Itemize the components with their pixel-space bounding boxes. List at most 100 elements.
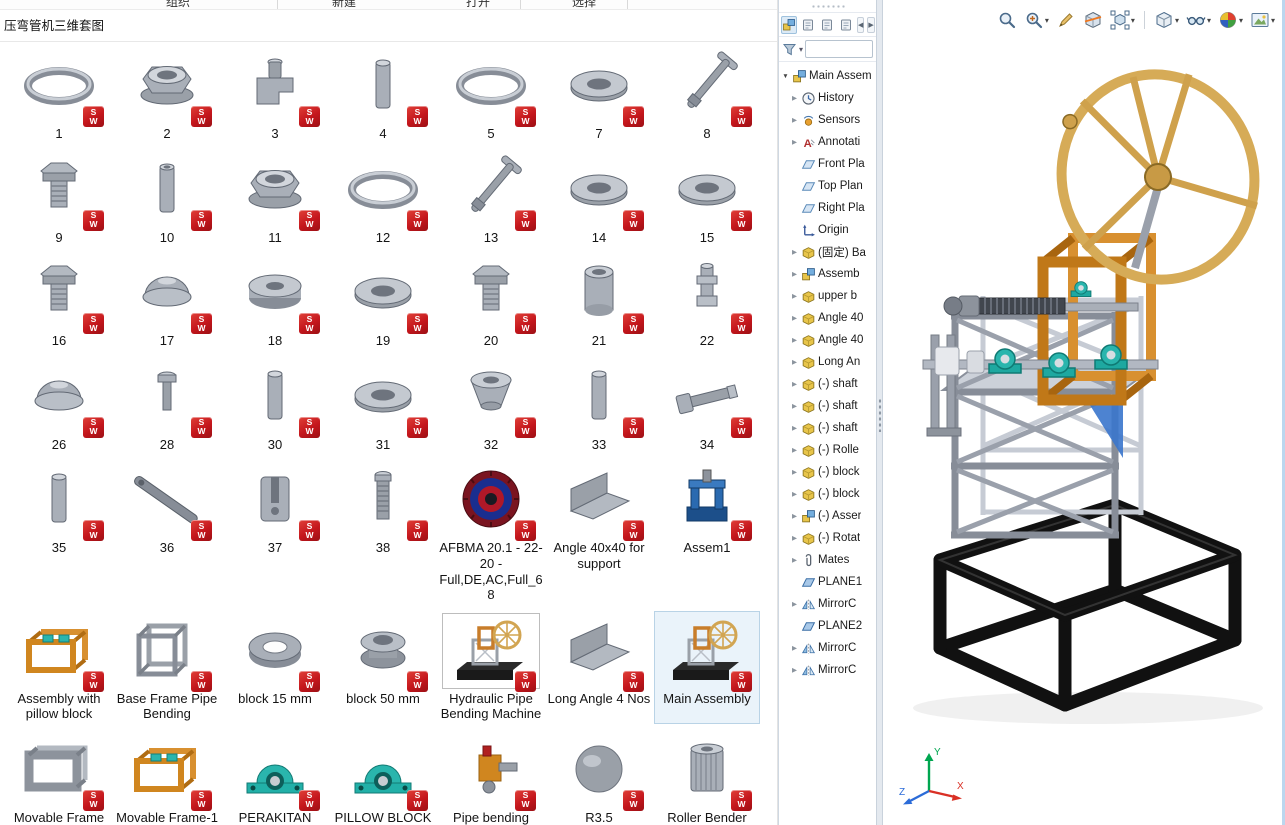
tree-item-mirrorc[interactable]: ▶MirrorC	[779, 659, 876, 681]
zoom-to-fit-button[interactable]	[996, 9, 1018, 31]
view-orientation-button[interactable]: ▾	[1109, 9, 1136, 31]
pillow-blocks[interactable]	[989, 282, 1127, 377]
assembly-model[interactable]	[883, 0, 1282, 825]
expand-arrow-icon[interactable]: ▶	[790, 94, 799, 102]
tree-item-top-plan[interactable]: Top Plan	[779, 175, 876, 197]
part-item[interactable]: SW26	[6, 357, 112, 455]
part-item[interactable]: SW3	[222, 46, 328, 144]
expand-arrow-icon[interactable]: ▶	[790, 248, 799, 256]
expand-arrow-icon[interactable]: ▶	[790, 490, 799, 498]
part-item[interactable]: SW11	[222, 150, 328, 248]
panel-splitter[interactable]	[876, 0, 883, 825]
part-item[interactable]: SW32	[438, 357, 544, 455]
display-style-button[interactable]: ▾	[1153, 9, 1180, 31]
part-item[interactable]: SWPILLOW BLOCK P204	[330, 730, 436, 825]
propertymanager-tab[interactable]	[800, 16, 816, 34]
part-item[interactable]: SWAssembly with pillow block	[6, 611, 112, 724]
part-item[interactable]: SWR3.5	[546, 730, 652, 825]
graphics-area[interactable]: ▾▾▾▾▾▾	[883, 0, 1282, 825]
part-item[interactable]: SW28	[114, 357, 220, 455]
filter-input[interactable]	[805, 40, 873, 58]
tree-item-shaft[interactable]: ▶(-) shaft	[779, 417, 876, 439]
dimxpertmanager-tab[interactable]	[838, 16, 854, 34]
tree-item-angle-40[interactable]: ▶Angle 40	[779, 329, 876, 351]
part-item[interactable]: SWAssem1	[654, 460, 760, 604]
tree-item-asser[interactable]: ▶(-) Asser	[779, 505, 876, 527]
expand-arrow-icon[interactable]: ▶	[790, 138, 799, 146]
part-item[interactable]: SW21	[546, 253, 652, 351]
tree-item-block[interactable]: ▶(-) block	[779, 483, 876, 505]
expand-arrow-icon[interactable]: ▶	[790, 116, 799, 124]
hide-show-items-button[interactable]: ▾	[1185, 9, 1212, 31]
part-item[interactable]: SWMain Assembly	[654, 611, 760, 724]
part-item[interactable]: SWPipe bending assembly	[438, 730, 544, 825]
tree-item-history[interactable]: ▶History	[779, 87, 876, 109]
tree-item-mirrorc[interactable]: ▶MirrorC	[779, 593, 876, 615]
part-item[interactable]: SW37	[222, 460, 328, 604]
zoom-to-area-button[interactable]: ▾	[1023, 9, 1050, 31]
tree-item-assemb[interactable]: ▶Assemb	[779, 263, 876, 285]
expand-arrow-icon[interactable]: ▶	[790, 446, 799, 454]
tree-item-annotati[interactable]: ▶AAnnotati	[779, 131, 876, 153]
section-view-button[interactable]	[1082, 9, 1104, 31]
command-group-1[interactable]: 组织	[166, 0, 190, 10]
part-item[interactable]: SWPERAKITAN PILLOW BLOCK P204	[222, 730, 328, 825]
part-item[interactable]: SW9	[6, 150, 112, 248]
part-item[interactable]: SW18	[222, 253, 328, 351]
command-group-2[interactable]: 新建	[332, 0, 356, 10]
expand-arrow-icon[interactable]: ▶	[790, 336, 799, 344]
tree-item-long-an[interactable]: ▶Long An	[779, 351, 876, 373]
part-item[interactable]: SW14	[546, 150, 652, 248]
configurationmanager-tab[interactable]	[819, 16, 835, 34]
tree-item-ba[interactable]: ▶(固定) Ba	[779, 241, 876, 263]
tree-item-mirrorc[interactable]: ▶MirrorC	[779, 637, 876, 659]
expand-arrow-icon[interactable]: ▶	[790, 314, 799, 322]
part-item[interactable]: SW7	[546, 46, 652, 144]
expand-arrow-icon[interactable]: ▶	[790, 534, 799, 542]
part-item[interactable]: SWblock 15 mm	[222, 611, 328, 724]
panel-forward-button[interactable]: ▶	[867, 17, 874, 33]
part-item[interactable]: SWLong Angle 4 Nos	[546, 611, 652, 724]
tree-item-plane1[interactable]: PLANE1	[779, 571, 876, 593]
part-item[interactable]: SW12	[330, 150, 436, 248]
part-item[interactable]: SWMovable Frame outer	[6, 730, 112, 825]
tree-item-mates[interactable]: ▶Mates	[779, 549, 876, 571]
part-item[interactable]: SW20	[438, 253, 544, 351]
part-item[interactable]: SWAFBMA 20.1 - 22-20 - Full,DE,AC,Full_6…	[438, 460, 544, 604]
tree-item-sensors[interactable]: ▶Sensors	[779, 109, 876, 131]
expand-arrow-icon[interactable]: ▶	[790, 424, 799, 432]
expand-arrow-icon[interactable]: ▶	[790, 600, 799, 608]
tree-item-plane2[interactable]: PLANE2	[779, 615, 876, 637]
part-item[interactable]: SW35	[6, 460, 112, 604]
part-item[interactable]: SW10	[114, 150, 220, 248]
part-item[interactable]: SW38	[330, 460, 436, 604]
expand-arrow-icon[interactable]: ▶	[790, 270, 799, 278]
edit-appearance-button[interactable]: ▾	[1217, 9, 1244, 31]
part-item[interactable]: SWHydraulic Pipe Bending Machine	[438, 611, 544, 724]
part-item[interactable]: SW17	[114, 253, 220, 351]
tree-item-origin[interactable]: Origin	[779, 219, 876, 241]
tree-item-shaft[interactable]: ▶(-) shaft	[779, 373, 876, 395]
expand-arrow-icon[interactable]: ▶	[790, 380, 799, 388]
part-item[interactable]: SW13	[438, 150, 544, 248]
part-item[interactable]: SW34	[654, 357, 760, 455]
part-item[interactable]: SWBase Frame Pipe Bending	[114, 611, 220, 724]
part-item[interactable]: SWRoller Bender	[654, 730, 760, 825]
tree-item-block[interactable]: ▶(-) block	[779, 461, 876, 483]
expand-arrow-icon[interactable]: ▼	[781, 73, 790, 80]
tree-item-shaft[interactable]: ▶(-) shaft	[779, 395, 876, 417]
expand-arrow-icon[interactable]: ▶	[790, 292, 799, 300]
part-item[interactable]: SW36	[114, 460, 220, 604]
command-group-4[interactable]: 选择	[572, 0, 596, 10]
tree-item-main-assem[interactable]: ▼Main Assem	[779, 65, 876, 87]
expand-arrow-icon[interactable]: ▶	[790, 556, 799, 564]
tree-filter[interactable]: ▾	[779, 37, 876, 62]
apply-scene-button[interactable]: ▾	[1249, 9, 1276, 31]
part-item[interactable]: SW19	[330, 253, 436, 351]
expand-arrow-icon[interactable]: ▶	[790, 666, 799, 674]
part-item[interactable]: SW5	[438, 46, 544, 144]
part-item[interactable]: SW15	[654, 150, 760, 248]
tree-item-angle-40[interactable]: ▶Angle 40	[779, 307, 876, 329]
expand-arrow-icon[interactable]: ▶	[790, 358, 799, 366]
tree-item-rolle[interactable]: ▶(-) Rolle	[779, 439, 876, 461]
